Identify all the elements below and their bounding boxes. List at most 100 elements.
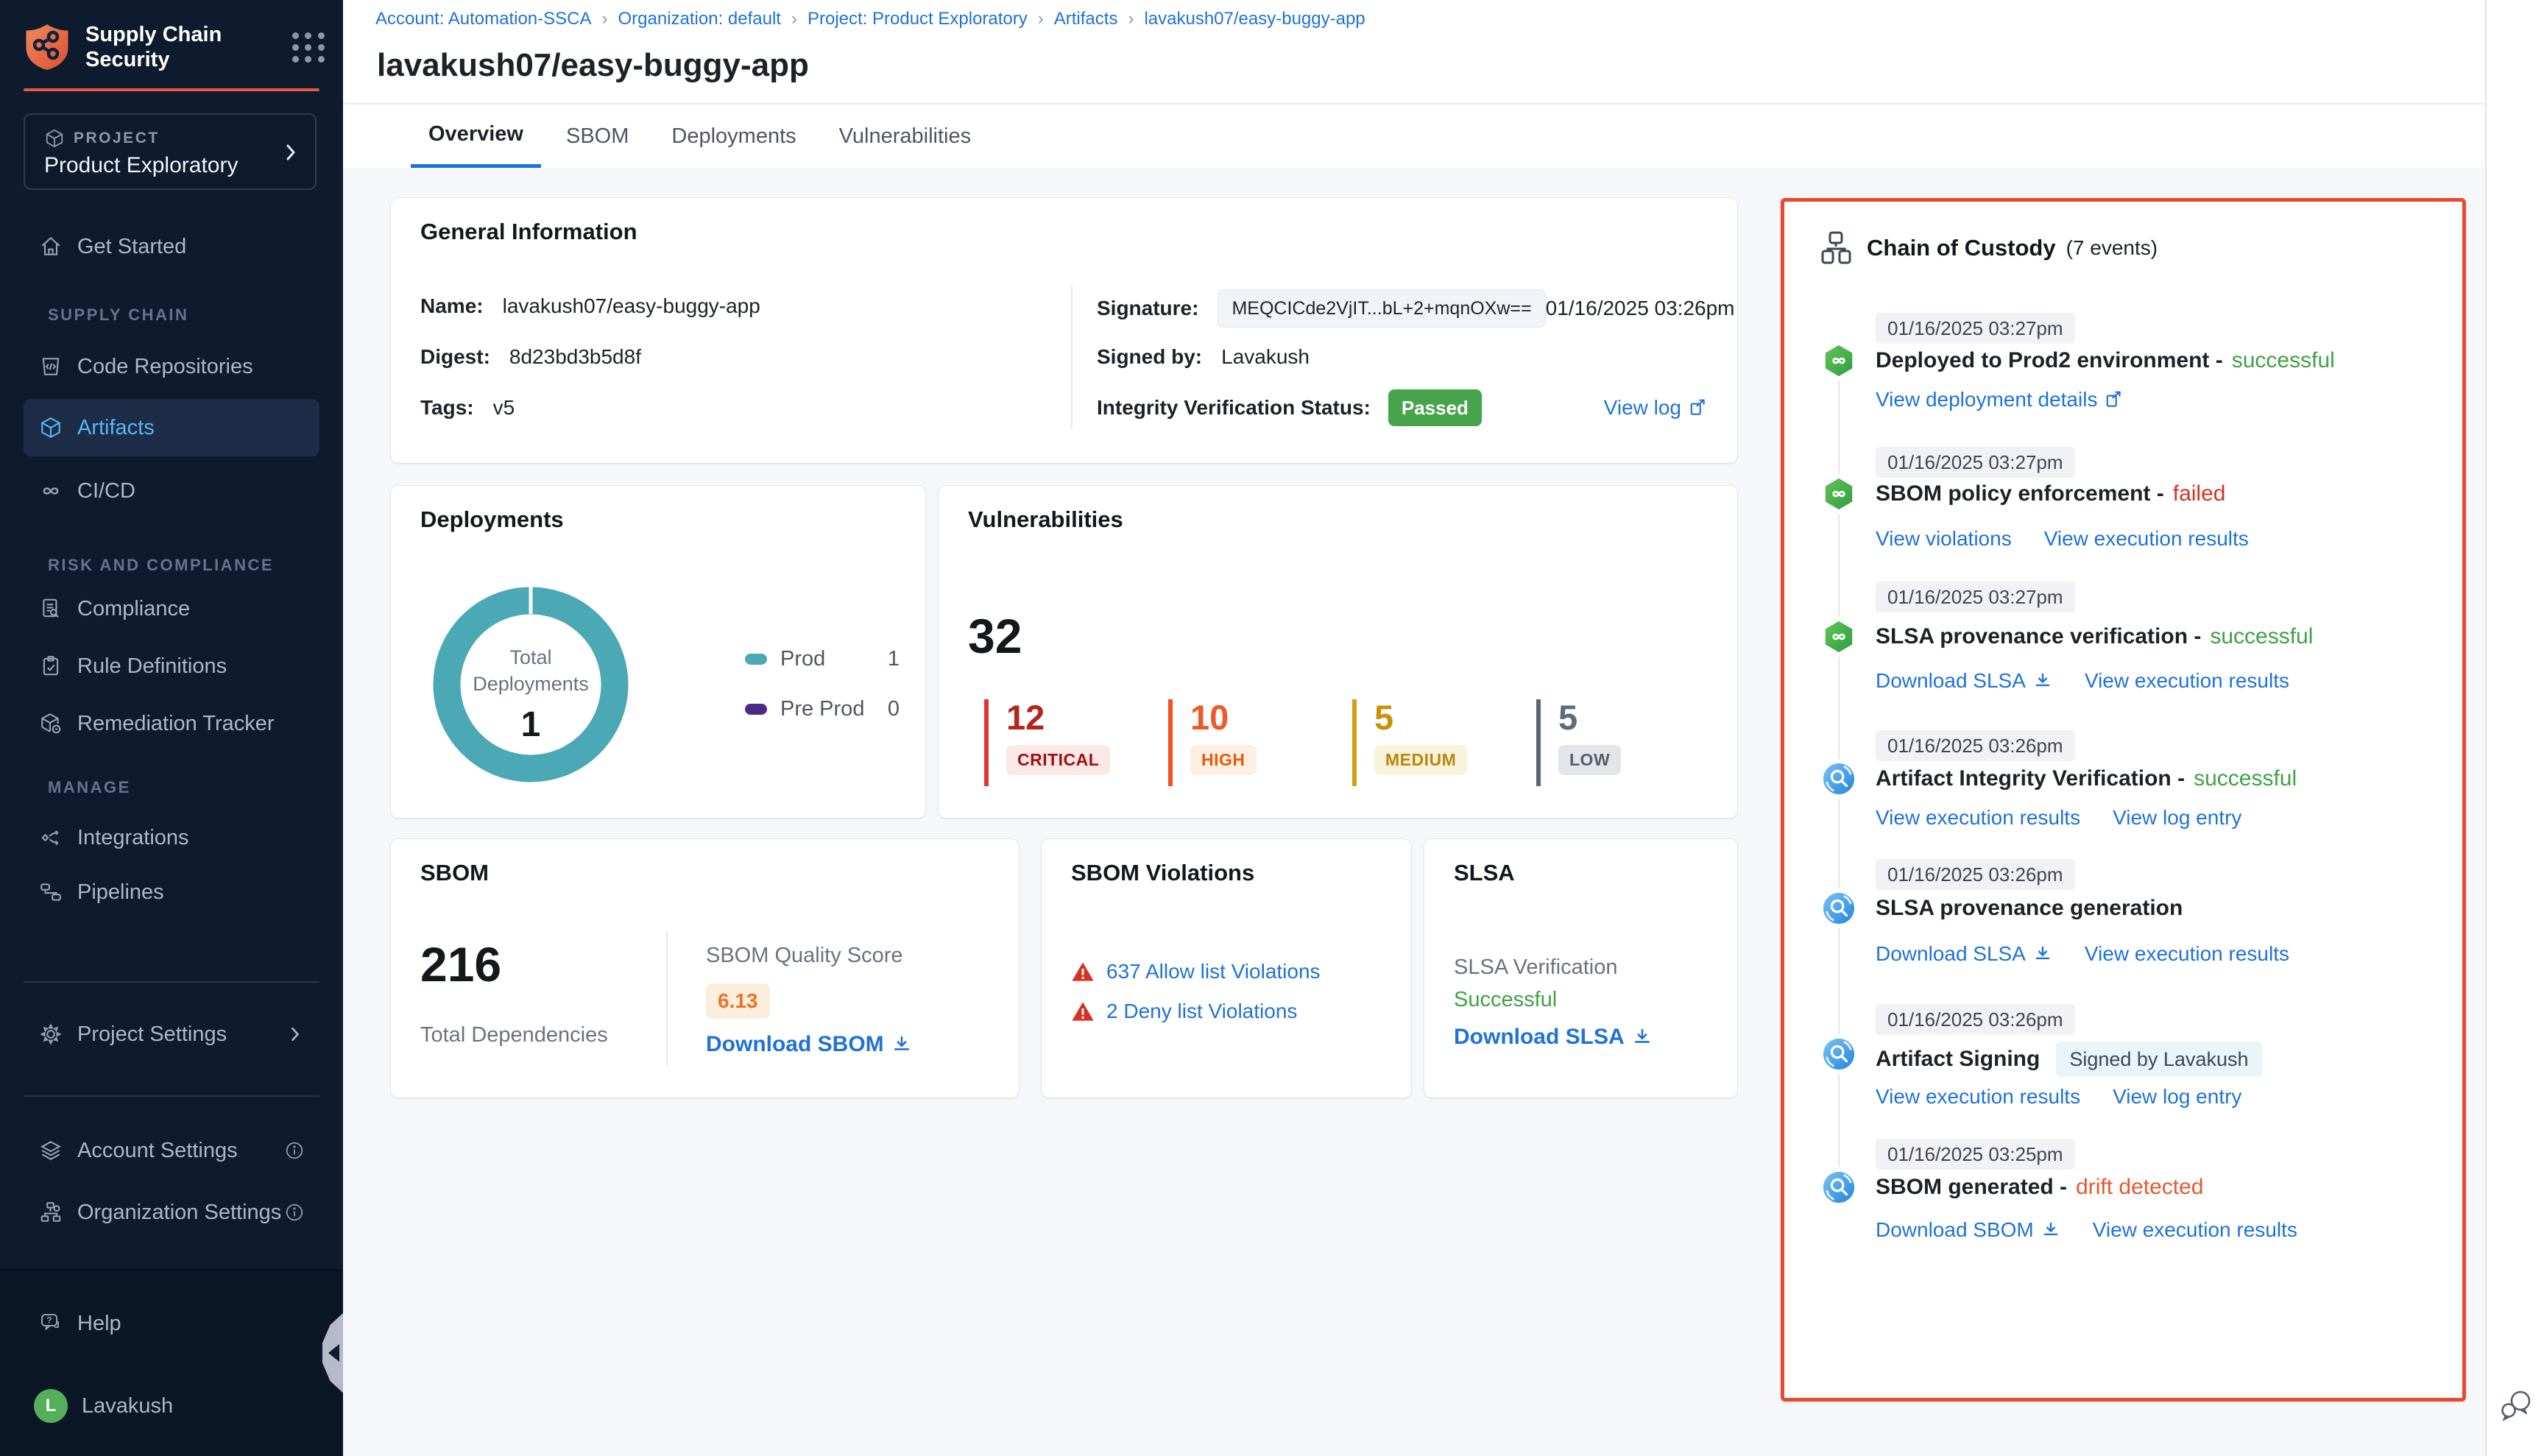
- sbom-quality-label: SBOM Quality Score: [706, 944, 903, 968]
- breadcrumb-current[interactable]: lavakush07/easy-buggy-app: [1144, 9, 1365, 29]
- name-label: Name:: [420, 294, 484, 319]
- view-violations-link[interactable]: View violations: [1876, 526, 2012, 551]
- cd-hexagon-icon: [1822, 620, 1856, 654]
- view-execution-results-link[interactable]: View execution results: [1876, 805, 2080, 830]
- breadcrumb-separator: ›: [601, 9, 607, 29]
- view-execution-results-link[interactable]: View execution results: [2093, 1218, 2297, 1243]
- breadcrumb-account[interactable]: Account: Automation-SSCA: [375, 9, 591, 29]
- deny-list-violations-link[interactable]: 2 Deny list Violations: [1106, 1000, 1297, 1023]
- sidebar-item-remediation-tracker[interactable]: Remediation Tracker: [24, 700, 319, 747]
- download-sbom-link[interactable]: Download SBOM: [706, 1032, 912, 1057]
- sidebar-divider: [24, 1095, 319, 1097]
- sidebar-item-help[interactable]: ? Help: [24, 1300, 319, 1347]
- infinity-icon: [38, 478, 63, 503]
- page-title: lavakush07/easy-buggy-app: [377, 47, 809, 84]
- breadcrumb-separator: ›: [1038, 9, 1044, 29]
- download-icon: [2033, 671, 2052, 690]
- view-log-entry-link[interactable]: View log entry: [2113, 805, 2241, 830]
- tab-vulnerabilities[interactable]: Vulnerabilities: [822, 105, 989, 168]
- severity-high: 10 HIGH: [1168, 699, 1257, 786]
- view-execution-results-link[interactable]: View execution results: [2085, 941, 2289, 966]
- breadcrumb-separator: ›: [791, 9, 797, 29]
- ssca-scan-icon: [1822, 891, 1856, 925]
- card-title: Deployments: [420, 506, 564, 533]
- right-rail: [2485, 0, 2544, 1456]
- event-title: Deployed to Prod2 environment - successf…: [1876, 348, 2335, 373]
- card-divider: [666, 930, 668, 1066]
- view-execution-results-link[interactable]: View execution results: [1876, 1084, 2080, 1109]
- sbom-total-label: Total Dependencies: [420, 1023, 608, 1047]
- view-execution-results-link[interactable]: View execution results: [2085, 668, 2289, 693]
- sidebar-item-account-settings[interactable]: Account Settings: [24, 1127, 319, 1174]
- allow-list-violations-link[interactable]: 637 Allow list Violations: [1106, 960, 1321, 983]
- legend-item-prod: Prod 1: [745, 644, 900, 674]
- timeline-connector: [1838, 381, 1840, 474]
- tab-sbom[interactable]: SBOM: [548, 105, 646, 168]
- sidebar-item-organization-settings[interactable]: Organization Settings: [24, 1189, 319, 1236]
- severity-low: 5 LOW: [1536, 699, 1621, 786]
- view-log-link[interactable]: View log: [1604, 395, 1708, 420]
- sidebar-divider: [24, 981, 319, 983]
- sidebar-item-rule-definitions[interactable]: Rule Definitions: [24, 643, 319, 690]
- sidebar-item-get-started[interactable]: Get Started: [24, 223, 319, 270]
- view-deployment-details-link[interactable]: View deployment details: [1876, 387, 2124, 412]
- chevron-right-icon: [286, 1025, 305, 1044]
- event-timestamp: 01/16/2025 03:27pm: [1876, 582, 2075, 612]
- download-slsa-link[interactable]: Download SLSA: [1454, 1025, 1653, 1050]
- allow-list-violations-row: 637 Allow list Violations: [1071, 960, 1321, 983]
- app-title: Supply Chain Security: [85, 22, 222, 72]
- prod-swatch: [745, 654, 767, 665]
- download-slsa-link[interactable]: Download SLSA: [1876, 668, 2052, 693]
- deployments-card: Deployments Total Deployments 1 Prod 1: [391, 486, 925, 818]
- artifact-digest: 8d23bd3b5d8f: [509, 344, 641, 370]
- timeline-connector: [1838, 514, 1840, 617]
- view-execution-results-link[interactable]: View execution results: [2044, 526, 2249, 551]
- artifact-name: lavakush07/easy-buggy-app: [503, 294, 760, 319]
- artifacts-cube-icon: [38, 416, 63, 439]
- view-log-entry-link[interactable]: View log entry: [2113, 1084, 2241, 1109]
- severity-medium: 5 MEDIUM: [1352, 699, 1467, 786]
- sidebar-item-cicd[interactable]: CI/CD: [24, 467, 319, 515]
- user-menu[interactable]: L Lavakush: [24, 1382, 319, 1430]
- tab-deployments[interactable]: Deployments: [654, 105, 813, 168]
- integrity-status-label: Integrity Verification Status:: [1097, 395, 1371, 420]
- module-grid-icon[interactable]: [292, 30, 325, 64]
- tab-overview[interactable]: Overview: [411, 105, 541, 168]
- clipboard-check-icon: [38, 654, 63, 678]
- breadcrumb-organization[interactable]: Organization: default: [618, 9, 780, 29]
- breadcrumb-separator: ›: [1128, 9, 1134, 29]
- gear-icon: [38, 1022, 63, 1046]
- sidebar-item-pipelines[interactable]: Pipelines: [24, 869, 319, 916]
- event-title: Artifact Signing Signed by Lavakush: [1876, 1042, 2262, 1077]
- breadcrumb: Account: Automation-SSCA › Organization:…: [375, 9, 1365, 29]
- org-chart-gear-icon: [38, 1201, 63, 1224]
- breadcrumb-project[interactable]: Project: Product Exploratory: [808, 9, 1028, 29]
- ssca-scan-icon: [1822, 1037, 1856, 1071]
- chain-of-custody-icon: [1820, 231, 1854, 265]
- sidebar-item-integrations[interactable]: Integrations: [24, 814, 319, 861]
- sidebar-footer: ? Help L Lavakush: [0, 1269, 343, 1456]
- slsa-verification-label: SLSA Verification: [1454, 955, 1617, 980]
- project-label: PROJECT: [74, 130, 160, 147]
- sidebar-item-artifacts[interactable]: Artifacts: [24, 399, 319, 456]
- sidebar-item-code-repositories[interactable]: Code Repositories: [24, 343, 319, 390]
- download-slsa-link[interactable]: Download SLSA: [1876, 941, 2052, 966]
- deployments-donut-chart: Total Deployments 1: [428, 582, 634, 788]
- project-selector[interactable]: PROJECT Product Exploratory: [24, 113, 317, 190]
- sidebar-section-manage: MANAGE: [48, 778, 131, 797]
- breadcrumb-artifacts[interactable]: Artifacts: [1054, 9, 1118, 29]
- home-icon: [38, 235, 63, 258]
- download-sbom-link[interactable]: Download SBOM: [1876, 1218, 2060, 1243]
- external-link-icon: [1689, 398, 1708, 417]
- event-timestamp: 01/16/2025 03:25pm: [1876, 1139, 2075, 1170]
- support-chat-icon[interactable]: [2498, 1388, 2534, 1424]
- sidebar-item-project-settings[interactable]: Project Settings: [24, 1011, 319, 1058]
- avatar: L: [34, 1389, 68, 1423]
- event-title: SBOM policy enforcement - failed: [1876, 481, 2225, 506]
- event-timestamp: 01/16/2025 03:26pm: [1876, 730, 2075, 761]
- signed-by-value: Lavakush: [1221, 344, 1310, 370]
- chevron-right-icon: [280, 141, 302, 163]
- signed-by-label: Signed by:: [1097, 344, 1202, 370]
- sidebar-item-compliance[interactable]: Compliance: [24, 585, 319, 632]
- event-title: SBOM generated - drift detected: [1876, 1175, 2203, 1200]
